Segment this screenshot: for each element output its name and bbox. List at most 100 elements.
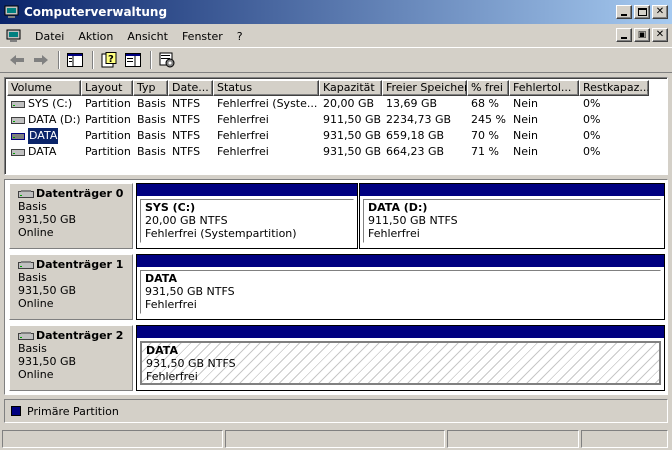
cell-kapazitaet: 911,50 GB — [323, 113, 382, 126]
menu-ansicht[interactable]: Ansicht — [120, 30, 175, 43]
disk-1: Datenträger 1 Basis 931,50 GB Online DAT… — [9, 254, 665, 320]
help-button[interactable]: ? — [98, 49, 120, 71]
disk-info[interactable]: Datenträger 0 Basis 931,50 GB Online — [9, 183, 133, 249]
forward-button[interactable] — [30, 49, 52, 71]
column-header-freier-speicher[interactable]: Freier Speicher — [382, 80, 467, 96]
status-pane — [580, 430, 668, 448]
disk-size: 931,50 GB — [18, 284, 77, 297]
disk-type: Basis — [18, 271, 47, 284]
partition-size: 931,50 GB NTFS — [145, 285, 235, 298]
table-row[interactable]: DATA Partition Basis NTFS Fehlerfrei 931… — [7, 144, 649, 160]
partition-size: 931,50 GB NTFS — [146, 357, 236, 370]
window-title: Computerverwaltung — [24, 5, 168, 19]
column-header-layout[interactable]: Layout — [81, 80, 133, 96]
column-header-kapazitaet[interactable]: Kapazität — [319, 80, 382, 96]
partition-details: DATA 931,50 GB NTFS Fehlerfrei — [140, 270, 661, 314]
column-header-dateisystem[interactable]: Date... — [168, 80, 213, 96]
child-minimize-button[interactable] — [616, 28, 632, 42]
close-icon: ✕ — [655, 29, 665, 40]
console-menu-icon[interactable] — [6, 28, 22, 44]
disk-type: Basis — [18, 342, 47, 355]
volume-list-header: Volume Layout Typ Date... Status Kapazit… — [7, 80, 649, 96]
partition-name: SYS (C:) — [145, 201, 196, 214]
cell-prozent-frei: 70 % — [471, 129, 499, 142]
toolbar-separator — [92, 51, 94, 69]
partition-data-d[interactable]: DATA (D:) 911,50 GB NTFS Fehlerfrei — [359, 183, 665, 249]
menu-fenster[interactable]: Fenster — [175, 30, 230, 43]
cell-prozent-frei: 68 % — [471, 97, 499, 110]
cell-typ: Basis — [137, 145, 166, 158]
maximize-button[interactable] — [634, 5, 650, 19]
back-button[interactable] — [6, 49, 28, 71]
toolbar-separator — [150, 51, 152, 69]
menu-help[interactable]: ? — [230, 30, 250, 43]
settings-button[interactable] — [156, 49, 178, 71]
cell-freier-speicher: 2234,73 GB — [386, 113, 452, 126]
column-header-volume[interactable]: Volume — [7, 80, 81, 96]
cell-typ: Basis — [137, 129, 166, 142]
partition-data[interactable]: DATA 931,50 GB NTFS Fehlerfrei — [136, 254, 665, 320]
disk-info[interactable]: Datenträger 2 Basis 931,50 GB Online — [9, 325, 133, 391]
disk-state: Online — [18, 226, 54, 239]
child-close-button[interactable]: ✕ — [652, 28, 668, 42]
disk-name: Datenträger 0 — [36, 187, 124, 200]
column-header-restkapazitaet[interactable]: Restkapaz... — [579, 80, 649, 96]
child-restore-button[interactable]: ▣ — [634, 28, 650, 42]
partition-details: DATA (D:) 911,50 GB NTFS Fehlerfrei — [363, 199, 661, 243]
minimize-button[interactable] — [616, 5, 632, 19]
legend: Primäre Partition — [4, 399, 668, 423]
console-tree-button[interactable] — [64, 49, 86, 71]
disk-2: Datenträger 2 Basis 931,50 GB Online DAT… — [9, 325, 665, 391]
partition-status: Fehlerfrei — [146, 370, 198, 383]
drive-icon — [11, 116, 25, 124]
table-row-selected[interactable]: DATA Partition Basis NTFS Fehlerfrei 931… — [7, 128, 649, 144]
cell-prozent-frei: 71 % — [471, 145, 499, 158]
cell-fehlertoleranz: Nein — [513, 113, 539, 126]
partition-name: DATA — [146, 344, 178, 357]
volume-name: SYS (C:) — [28, 97, 73, 110]
menu-aktion[interactable]: Aktion — [71, 30, 120, 43]
partition-sys-c[interactable]: SYS (C:) 20,00 GB NTFS Fehlerfrei (Syste… — [136, 183, 358, 249]
column-header-prozent-frei[interactable]: % frei — [467, 80, 509, 96]
disk-info[interactable]: Datenträger 1 Basis 931,50 GB Online — [9, 254, 133, 320]
table-row[interactable]: SYS (C:) Partition Basis NTFS Fehlerfrei… — [7, 96, 649, 112]
disk-state: Online — [18, 368, 54, 381]
close-button[interactable]: ✕ — [652, 5, 668, 19]
properties-button[interactable] — [122, 49, 144, 71]
cell-dateisystem: NTFS — [172, 113, 201, 126]
drive-icon — [11, 132, 25, 140]
disk-title: Datenträger 0 — [18, 187, 132, 200]
column-header-typ[interactable]: Typ — [133, 80, 168, 96]
minimize-icon — [621, 37, 627, 39]
status-pane — [2, 430, 223, 448]
cell-kapazitaet: 20,00 GB — [323, 97, 375, 110]
volume-list: Volume Layout Typ Date... Status Kapazit… — [4, 77, 668, 175]
cell-dateisystem: NTFS — [172, 129, 201, 142]
partition-data-selected[interactable]: DATA 931,50 GB NTFS Fehlerfrei — [136, 325, 665, 391]
partition-status: Fehlerfrei — [368, 227, 420, 240]
disk-title: Datenträger 2 — [18, 329, 132, 342]
disk-name: Datenträger 2 — [36, 329, 124, 342]
cell-kapazitaet: 931,50 GB — [323, 129, 382, 142]
toolbar: ? — [0, 47, 672, 73]
disk-icon — [18, 189, 34, 198]
menu-datei[interactable]: Datei — [28, 30, 71, 43]
column-header-fehlertoleranz[interactable]: Fehlertol... — [509, 80, 579, 96]
cell-dateisystem: NTFS — [172, 97, 201, 110]
partition-name: DATA (D:) — [368, 201, 428, 214]
cell-status: Fehlerfrei — [217, 113, 269, 126]
primary-partition-bar — [137, 255, 664, 267]
volume-name: DATA — [28, 145, 57, 158]
disk-state: Online — [18, 297, 54, 310]
table-row[interactable]: DATA (D:) Partition Basis NTFS Fehlerfre… — [7, 112, 649, 128]
cell-restkapazitaet: 0% — [583, 129, 601, 142]
svg-text:?: ? — [108, 54, 114, 65]
partition-details: DATA 931,50 GB NTFS Fehlerfrei — [140, 341, 661, 385]
disk-icon — [18, 331, 34, 340]
cell-layout: Partition — [85, 97, 131, 110]
disk-name: Datenträger 1 — [36, 258, 124, 271]
cell-restkapazitaet: 0% — [583, 97, 601, 110]
partition-status: Fehlerfrei — [145, 298, 197, 311]
column-header-status[interactable]: Status — [213, 80, 319, 96]
cell-status: Fehlerfrei — [217, 129, 269, 142]
